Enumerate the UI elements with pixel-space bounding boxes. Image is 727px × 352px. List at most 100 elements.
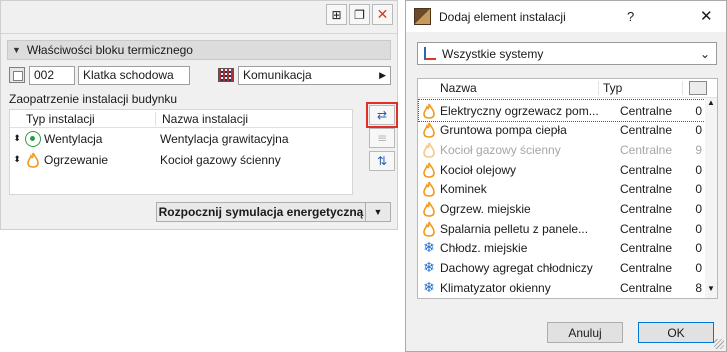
table-row[interactable]: ⬍ Wentylacja Wentylacja grawitacyjna	[10, 128, 352, 149]
item-type: Centralne	[620, 202, 673, 216]
drag-handle-icon[interactable]: ⬍	[10, 155, 24, 165]
section-title: Właściwości bloku termicznego	[26, 43, 193, 57]
dialog-titlebar: Dodaj element instalacji ? ✕	[406, 1, 726, 32]
ventilation-icon	[24, 130, 42, 148]
table-actions: ⇄ ≡ ⇅	[366, 102, 398, 171]
supply-label: Zaopatrzenie instalacji budynku	[9, 92, 178, 106]
item-name: Kominek	[440, 182, 487, 197]
item-count: 0	[695, 241, 702, 256]
flame-icon	[420, 221, 438, 237]
item-name: Elektryczny ogrzewacz pom...	[440, 103, 599, 118]
start-simulation-button[interactable]: Rozpocznij symulacja energetyczną ▼	[156, 202, 391, 222]
item-count: 8	[695, 280, 702, 295]
scrollbar[interactable]: ▲ ▼	[705, 98, 717, 298]
item-count: 0	[695, 103, 702, 118]
list-item[interactable]: ❄ Klimatyzator okienny Centralne 8	[418, 276, 706, 299]
installations-table: Typ instalacji Nazwa instalacji ⬍ Wentyl…	[9, 109, 353, 195]
divider	[1, 33, 397, 34]
help-button[interactable]: ?	[627, 9, 634, 24]
column-type[interactable]: Typ instalacji	[10, 111, 156, 126]
list-header: Nazwa Typ	[418, 79, 717, 98]
count-column-icon[interactable]	[689, 81, 707, 95]
table-row[interactable]: ⬍ Ogrzewanie Kocioł gazowy ścienny	[10, 149, 352, 170]
block-id-field[interactable]: 002	[29, 65, 75, 85]
item-type: Centralne	[620, 221, 673, 236]
installation-settings-button[interactable]: ⇅	[369, 151, 395, 171]
cancel-button[interactable]: Anuluj	[547, 322, 623, 343]
flame-icon	[420, 181, 438, 198]
close-icon[interactable]: ✕	[700, 7, 713, 25]
flame-icon	[24, 151, 42, 169]
scroll-down-icon[interactable]: ▼	[705, 284, 717, 298]
duplicate-block-icon[interactable]: ❐	[349, 4, 370, 25]
start-simulation-label: Rozpocznij symulacja energetyczną	[157, 203, 366, 221]
chevron-down-icon[interactable]: ▼	[366, 207, 390, 217]
item-type: Centralne	[620, 162, 673, 177]
item-type: Centralne	[620, 182, 673, 197]
flame-icon	[420, 142, 438, 158]
installation-type: Wentylacja	[44, 131, 103, 146]
block-properties-row: 002 Klatka schodowa Komunikacja ▶	[9, 65, 391, 85]
item-count: 0	[695, 202, 702, 216]
system-filter-value: Wszystkie systemy	[442, 46, 544, 61]
add-installation-button[interactable]: ⇄	[366, 102, 398, 128]
item-name: Dachowy agregat chłodniczy	[440, 261, 593, 276]
item-count: 9	[695, 142, 702, 157]
remove-installation-button[interactable]: ≡	[369, 128, 395, 148]
add-block-icon[interactable]: ⊞	[326, 4, 347, 25]
item-type: Centralne	[620, 280, 673, 295]
collapse-arrow-icon[interactable]: ▼	[12, 45, 21, 55]
item-name: Gruntowa pompa ciepła	[440, 123, 567, 138]
installation-name: Wentylacja grawitacyjna	[160, 131, 289, 146]
resize-grip-icon[interactable]	[714, 339, 724, 349]
category-value: Komunikacja	[243, 68, 312, 82]
item-type: Centralne	[620, 142, 673, 157]
system-filter-select[interactable]: Wszystkie systemy ⌄	[417, 42, 717, 65]
item-type: Centralne	[620, 241, 673, 256]
delete-block-icon[interactable]: ✕	[372, 4, 393, 25]
item-type: Centralne	[620, 261, 673, 276]
installation-type: Ogrzewanie	[44, 152, 109, 167]
thermal-block-panel: ⊞ ❐ ✕ ▼ Właściwości bloku termicznego 00…	[0, 0, 398, 230]
installation-list: Nazwa Typ Elektryczny ogrzewacz pom... Ce…	[417, 78, 718, 299]
block-name-field[interactable]: Klatka schodowa	[78, 65, 190, 85]
item-count: 0	[695, 221, 702, 236]
column-name[interactable]: Nazwa	[418, 81, 599, 95]
ok-button[interactable]: OK	[638, 322, 714, 343]
snowflake-icon: ❄	[423, 260, 435, 277]
snowflake-icon: ❄	[423, 279, 435, 296]
item-name: Spalarnia pelletu z panele...	[440, 221, 589, 236]
snowflake-icon: ❄	[423, 240, 435, 257]
add-installation-dialog: Dodaj element instalacji ? ✕ Wszystkie s…	[405, 0, 727, 352]
block-icon	[9, 67, 25, 83]
item-name: Kocioł olejowy	[440, 162, 517, 177]
category-select[interactable]: Komunikacja ▶	[238, 65, 391, 85]
item-type: Centralne	[620, 103, 673, 118]
chevron-down-icon: ⌄	[699, 46, 710, 61]
item-name: Chłodz. miejskie	[440, 241, 528, 256]
item-count: 0	[695, 123, 702, 138]
item-count: 0	[695, 261, 702, 276]
item-type: Centralne	[620, 123, 673, 138]
column-type[interactable]: Typ	[599, 81, 683, 95]
category-grid-icon	[218, 68, 234, 82]
item-name: Ogrzew. miejskie	[440, 202, 531, 216]
chevron-right-icon: ▶	[379, 69, 386, 80]
app-icon	[414, 8, 431, 25]
section-header[interactable]: ▼ Właściwości bloku termicznego	[7, 40, 391, 60]
item-count: 0	[695, 182, 702, 197]
flame-icon	[420, 122, 438, 138]
panel-toolbar: ⊞ ❐ ✕	[326, 4, 393, 25]
dialog-title: Dodaj element instalacji	[439, 9, 566, 24]
scroll-up-icon[interactable]: ▲	[705, 98, 717, 112]
flame-icon	[420, 201, 438, 217]
item-count: 0	[695, 162, 702, 177]
table-header: Typ instalacji Nazwa instalacji	[10, 110, 352, 128]
item-name: Klimatyzator okienny	[440, 280, 551, 295]
column-name[interactable]: Nazwa instalacji	[156, 112, 248, 126]
systems-icon	[424, 47, 436, 60]
item-name: Kocioł gazowy ścienny	[440, 142, 561, 157]
flame-icon	[420, 162, 438, 178]
drag-handle-icon[interactable]: ⬍	[10, 134, 24, 144]
flame-icon	[420, 103, 438, 119]
